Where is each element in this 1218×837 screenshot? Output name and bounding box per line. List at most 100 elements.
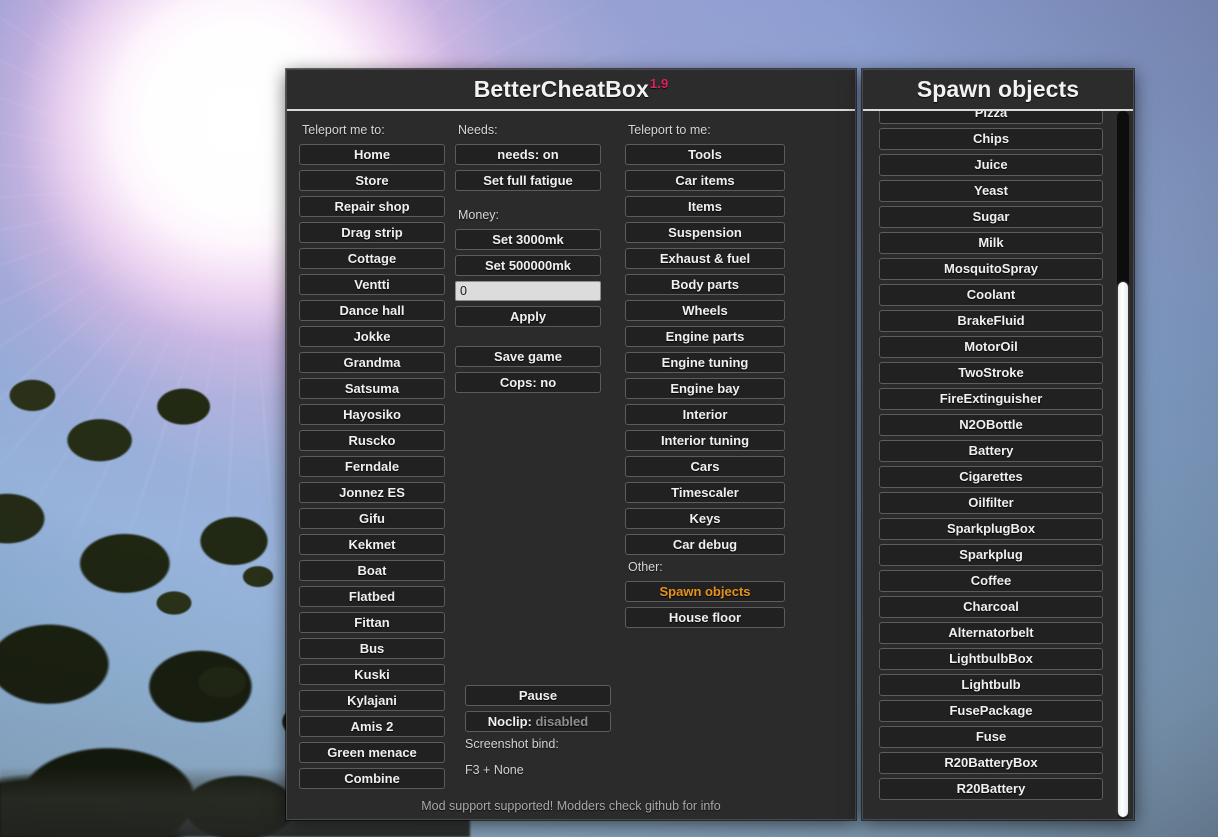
- spawn-button-oilfilter[interactable]: Oilfilter: [879, 492, 1103, 514]
- teleport-me-button-boat[interactable]: Boat: [299, 560, 445, 581]
- main-titlebar: BetterCheatBox1.9: [287, 70, 855, 111]
- spawn-button-fireextinguisher[interactable]: FireExtinguisher: [879, 388, 1103, 410]
- teleport-to-me-button-suspension[interactable]: Suspension: [625, 222, 785, 243]
- teleport-to-me-button-car-debug[interactable]: Car debug: [625, 534, 785, 555]
- teleport-me-button-home[interactable]: Home: [299, 144, 445, 165]
- teleport-me-button-combine[interactable]: Combine: [299, 768, 445, 789]
- teleport-me-button-bus[interactable]: Bus: [299, 638, 445, 659]
- teleport-me-button-ferndale[interactable]: Ferndale: [299, 456, 445, 477]
- teleport-me-button-grandma[interactable]: Grandma: [299, 352, 445, 373]
- version-badge: 1.9: [649, 76, 669, 92]
- spawn-button-n2obottle[interactable]: N2OBottle: [879, 414, 1103, 436]
- spawn-button-alternatorbelt[interactable]: Alternatorbelt: [879, 622, 1103, 644]
- cops-toggle-button[interactable]: Cops: no: [455, 372, 601, 393]
- teleport-to-me-button-engine-tuning[interactable]: Engine tuning: [625, 352, 785, 373]
- spawn-button-sugar[interactable]: Sugar: [879, 206, 1103, 228]
- teleport-me-button-drag-strip[interactable]: Drag strip: [299, 222, 445, 243]
- spawn-list-scrollbar[interactable]: [1117, 111, 1129, 819]
- spawn-button-pizza[interactable]: Pizza: [879, 111, 1103, 124]
- spawn-button-fuse[interactable]: Fuse: [879, 726, 1103, 748]
- noclip-toggle-button[interactable]: Noclip: disabled: [465, 711, 611, 732]
- spawn-button-juice[interactable]: Juice: [879, 154, 1103, 176]
- teleport-me-button-fittan[interactable]: Fittan: [299, 612, 445, 633]
- money-button-set-500000mk[interactable]: Set 500000mk: [455, 255, 601, 276]
- spawn-button-coolant[interactable]: Coolant: [879, 284, 1103, 306]
- teleport-me-button-store[interactable]: Store: [299, 170, 445, 191]
- spawn-button-twostroke[interactable]: TwoStroke: [879, 362, 1103, 384]
- teleport-to-me-button-tools[interactable]: Tools: [625, 144, 785, 165]
- spawn-button-coffee[interactable]: Coffee: [879, 570, 1103, 592]
- other-button-spawn-objects[interactable]: Spawn objects: [625, 581, 785, 602]
- teleport-me-button-ventti[interactable]: Ventti: [299, 274, 445, 295]
- screenshot-bind-value: F3 + None: [465, 763, 524, 777]
- spawn-button-fusepackage[interactable]: FusePackage: [879, 700, 1103, 722]
- teleport-me-button-list: Home Store Repair shop Drag strip Cottage Ven…: [299, 144, 445, 789]
- spawn-button-yeast[interactable]: Yeast: [879, 180, 1103, 202]
- app-title-text: BetterCheatBox: [473, 76, 649, 102]
- teleport-me-button-jokke[interactable]: Jokke: [299, 326, 445, 347]
- apply-money-button[interactable]: Apply: [455, 306, 601, 327]
- label-other: Other:: [628, 560, 663, 574]
- spawn-button-sparkplugbox[interactable]: SparkplugBox: [879, 518, 1103, 540]
- spawn-button-r20batterybox[interactable]: R20BatteryBox: [879, 752, 1103, 774]
- needs-button-set-full-fatigue[interactable]: Set full fatigue: [455, 170, 601, 191]
- teleport-to-me-button-exhaust-fuel[interactable]: Exhaust & fuel: [625, 248, 785, 269]
- spawn-button-r20battery[interactable]: R20Battery: [879, 778, 1103, 800]
- other-button-list: Spawn objects House floor: [625, 581, 785, 628]
- teleport-me-button-jonnez-es[interactable]: Jonnez ES: [299, 482, 445, 503]
- teleport-me-button-dance-hall[interactable]: Dance hall: [299, 300, 445, 321]
- spawn-button-lightbulb[interactable]: Lightbulb: [879, 674, 1103, 696]
- teleport-to-me-button-wheels[interactable]: Wheels: [625, 300, 785, 321]
- money-button-set-3000mk[interactable]: Set 3000mk: [455, 229, 601, 250]
- column-teleport-me: Teleport me to: Home Store Repair shop Drag…: [299, 121, 445, 794]
- screenshot-bind-label: Screenshot bind:: [465, 737, 559, 751]
- teleport-me-button-flatbed[interactable]: Flatbed: [299, 586, 445, 607]
- money-amount-input[interactable]: [455, 281, 601, 301]
- teleport-to-me-button-engine-bay[interactable]: Engine bay: [625, 378, 785, 399]
- teleport-me-button-ruscko[interactable]: Ruscko: [299, 430, 445, 451]
- spawn-button-motoroil[interactable]: MotorOil: [879, 336, 1103, 358]
- teleport-me-button-kuski[interactable]: Kuski: [299, 664, 445, 685]
- teleport-me-button-green-menace[interactable]: Green menace: [299, 742, 445, 763]
- main-window-body: Teleport me to: Home Store Repair shop Drag…: [287, 111, 855, 819]
- teleport-me-button-hayosiko[interactable]: Hayosiko: [299, 404, 445, 425]
- needs-button-needs-on[interactable]: needs: on: [455, 144, 601, 165]
- label-teleport-to-me: Teleport to me:: [628, 123, 711, 137]
- teleport-to-me-button-items[interactable]: Items: [625, 196, 785, 217]
- save-game-button[interactable]: Save game: [455, 346, 601, 367]
- spawn-list-scrollbar-thumb[interactable]: [1118, 282, 1128, 817]
- bettercheatbox-window: BetterCheatBox1.9 Teleport me to: Home St…: [286, 69, 856, 820]
- teleport-me-button-kylajani[interactable]: Kylajani: [299, 690, 445, 711]
- teleport-me-button-amis-2[interactable]: Amis 2: [299, 716, 445, 737]
- spawn-button-charcoal[interactable]: Charcoal: [879, 596, 1103, 618]
- teleport-me-button-gifu[interactable]: Gifu: [299, 508, 445, 529]
- teleport-to-me-button-cars[interactable]: Cars: [625, 456, 785, 477]
- teleport-me-button-repair-shop[interactable]: Repair shop: [299, 196, 445, 217]
- spawn-button-milk[interactable]: Milk: [879, 232, 1103, 254]
- teleport-to-me-button-timescaler[interactable]: Timescaler: [625, 482, 785, 503]
- teleport-me-button-kekmet[interactable]: Kekmet: [299, 534, 445, 555]
- spawn-window-body: Pizza Chips Juice Yeast Sugar Milk MosquitoSpr…: [863, 111, 1133, 819]
- spawn-button-lightbulbbox[interactable]: LightbulbBox: [879, 648, 1103, 670]
- teleport-to-me-button-body-parts[interactable]: Body parts: [625, 274, 785, 295]
- spawn-window-title: Spawn objects: [916, 76, 1080, 102]
- teleport-to-me-button-car-items[interactable]: Car items: [625, 170, 785, 191]
- noclip-value: disabled: [535, 714, 589, 729]
- spawn-button-chips[interactable]: Chips: [879, 128, 1103, 150]
- spawn-button-sparkplug[interactable]: Sparkplug: [879, 544, 1103, 566]
- spawn-button-mosquitospray[interactable]: MosquitoSpray: [879, 258, 1103, 280]
- pause-button[interactable]: Pause: [465, 685, 611, 706]
- teleport-to-me-button-interior-tuning[interactable]: Interior tuning: [625, 430, 785, 451]
- teleport-to-me-button-keys[interactable]: Keys: [625, 508, 785, 529]
- spawn-titlebar: Spawn objects: [863, 70, 1133, 111]
- bottom-controls: Pause Noclip: disabled Screenshot bind: …: [465, 685, 611, 777]
- teleport-to-me-button-interior[interactable]: Interior: [625, 404, 785, 425]
- other-button-house-floor[interactable]: House floor: [625, 607, 785, 628]
- spawn-button-brakefluid[interactable]: BrakeFluid: [879, 310, 1103, 332]
- teleport-me-button-cottage[interactable]: Cottage: [299, 248, 445, 269]
- teleport-to-me-button-engine-parts[interactable]: Engine parts: [625, 326, 785, 347]
- spawn-button-battery[interactable]: Battery: [879, 440, 1103, 462]
- teleport-me-button-satsuma[interactable]: Satsuma: [299, 378, 445, 399]
- spawn-button-cigarettes[interactable]: Cigarettes: [879, 466, 1103, 488]
